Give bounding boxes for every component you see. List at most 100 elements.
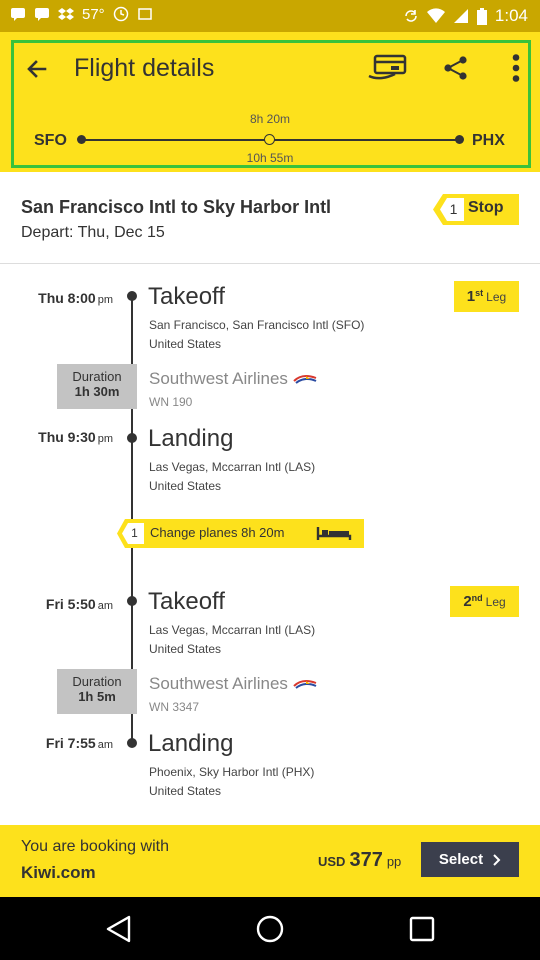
- leg1-airline-name: Southwest Airlines: [149, 369, 288, 388]
- leg1-landing-daytime: Thu 9:30: [38, 429, 96, 445]
- share-icon: [444, 56, 467, 80]
- booking-site: Kiwi.com: [21, 863, 96, 882]
- leg2-takeoff-ampm: am: [97, 600, 113, 612]
- flight-header: Flight details 8h 20m SFO PHX 10h 55m: [0, 32, 540, 172]
- chevron-right-icon: [493, 853, 501, 866]
- leg2-landing-airport: Phoenix, Sky Harbor Intl (PHX): [149, 765, 315, 779]
- route-name: San Francisco Intl to Sky Harbor Intl: [21, 197, 332, 217]
- booking-label: You are booking with: [21, 838, 169, 855]
- origin-code: SFO: [34, 132, 67, 149]
- leg2-landing-daytime: Fri 7:55: [45, 735, 96, 751]
- leg1-takeoff-country: United States: [149, 337, 222, 351]
- circle-home-icon: [256, 915, 284, 943]
- more-options-button[interactable]: [505, 52, 527, 84]
- status-left-icons: 57°: [10, 6, 153, 23]
- leg1-landing-dot: [127, 433, 137, 443]
- nav-home-button[interactable]: [254, 913, 286, 945]
- leg2-flight-number: WN 3347: [149, 700, 200, 714]
- stop-marker: [264, 134, 275, 145]
- leg1-landing-time: Thu 9:30 pm: [38, 429, 113, 445]
- system-nav-bar: [0, 897, 540, 960]
- payment-icon: [368, 54, 407, 80]
- bed-icon: [316, 527, 352, 540]
- leg2-duration-label: Duration: [72, 674, 122, 689]
- leg1-takeoff-time: Thu 8:00 pm: [38, 290, 113, 306]
- leg1-takeoff-airport: San Francisco, San Francisco Intl (SFO): [149, 318, 365, 332]
- leg1-landing-event: Landing: [148, 425, 234, 452]
- clock-time: 1:04: [494, 6, 528, 25]
- more-vertical-icon: [512, 54, 520, 82]
- destination-code: PHX: [472, 132, 505, 149]
- page-title: Flight details: [74, 54, 215, 82]
- dropbox-icon: [58, 8, 74, 20]
- leg2-takeoff-country: United States: [149, 642, 222, 656]
- leg2-number: 2: [463, 593, 472, 610]
- message-icon: [35, 8, 49, 21]
- price-currency: USD: [318, 854, 346, 869]
- leg2-landing-dot: [127, 738, 137, 748]
- layover-duration: 8h 20m: [241, 525, 285, 540]
- select-label: Select: [438, 851, 484, 868]
- leg1-airline: Southwest Airlines: [149, 369, 318, 389]
- leg1-takeoff-daytime: Thu 8:00: [38, 290, 96, 306]
- leg1-number: 1: [466, 288, 476, 305]
- nav-recents-button[interactable]: [406, 913, 438, 945]
- triangle-back-icon: [106, 915, 131, 943]
- leg2-duration-box: Duration 1h 5m: [57, 669, 137, 714]
- stop-label: Stop: [468, 199, 504, 216]
- leg1-word: Leg: [486, 289, 507, 304]
- leg2-takeoff-time: Fri 5:50 am: [46, 596, 113, 612]
- price-per-person: pp: [386, 854, 402, 869]
- screenshot-icon: [137, 8, 152, 20]
- leg1-takeoff-dot: [127, 291, 137, 301]
- square-recents-icon: [409, 916, 435, 942]
- stop-badge: 1 Stop: [433, 194, 519, 225]
- leg1-suffix: st: [475, 287, 484, 298]
- battery-icon: [476, 7, 487, 25]
- depart-date: Depart: Thu, Dec 15: [21, 224, 165, 241]
- leg2-airline: Southwest Airlines: [149, 674, 318, 694]
- leg2-landing-time: Fri 7:55 am: [46, 735, 113, 751]
- leg1-duration-box: Duration 1h 30m: [57, 364, 137, 409]
- price: USD 377 pp: [318, 849, 401, 872]
- leg2-landing-country: United States: [149, 784, 222, 798]
- arrow-left-icon: [27, 60, 47, 78]
- nav-back-button[interactable]: [102, 913, 134, 945]
- select-button[interactable]: Select: [421, 842, 519, 877]
- leg1-duration-label: Duration: [72, 369, 122, 384]
- leg2-word: Leg: [485, 594, 506, 609]
- booking-footer: You are booking with Kiwi.com USD 377 pp…: [0, 825, 540, 897]
- leg1-flight-number: WN 190: [149, 395, 193, 409]
- temperature-text: 57°: [82, 6, 105, 23]
- leg1-badge: 1st Leg: [454, 281, 519, 312]
- leg1-takeoff-event: Takeoff: [148, 283, 225, 310]
- leg1-landing-country: United States: [149, 479, 222, 493]
- trip-summary: San Francisco Intl to Sky Harbor Intl De…: [0, 172, 540, 264]
- change-planes-label: Change planes: [150, 525, 238, 540]
- leg2-takeoff-event: Takeoff: [148, 588, 225, 615]
- leg2-airline-name: Southwest Airlines: [149, 674, 288, 693]
- leg1-duration-value: 1h 30m: [74, 384, 120, 399]
- wifi-icon: [426, 8, 445, 23]
- leg2-suffix: nd: [471, 592, 483, 603]
- back-button[interactable]: [20, 52, 54, 86]
- leg1-takeoff-ampm: pm: [97, 294, 113, 306]
- leg1-landing-ampm: pm: [97, 433, 113, 445]
- total-flight-time: 8h 20m: [249, 112, 291, 126]
- signal-icon: [453, 9, 468, 23]
- payment-button[interactable]: [366, 52, 410, 84]
- airline-logo-icon: [293, 375, 317, 384]
- change-planes-bar: 1 Change planes 8h 20m: [117, 519, 364, 548]
- price-amount: 377: [349, 849, 383, 871]
- sync-icon: [405, 10, 417, 22]
- clock-icon: [113, 6, 128, 22]
- status-bar: 57° 1:04: [0, 0, 540, 32]
- share-button[interactable]: [441, 52, 471, 84]
- leg2-takeoff-dot: [127, 596, 137, 606]
- destination-dot: [455, 135, 464, 144]
- leg2-landing-event: Landing: [148, 730, 234, 757]
- leg2-landing-ampm: am: [97, 739, 113, 751]
- leg2-badge: 2nd Leg: [450, 586, 519, 617]
- leg2-duration-value: 1h 5m: [78, 689, 116, 704]
- leg1-landing-airport: Las Vegas, Mccarran Intl (LAS): [149, 460, 316, 474]
